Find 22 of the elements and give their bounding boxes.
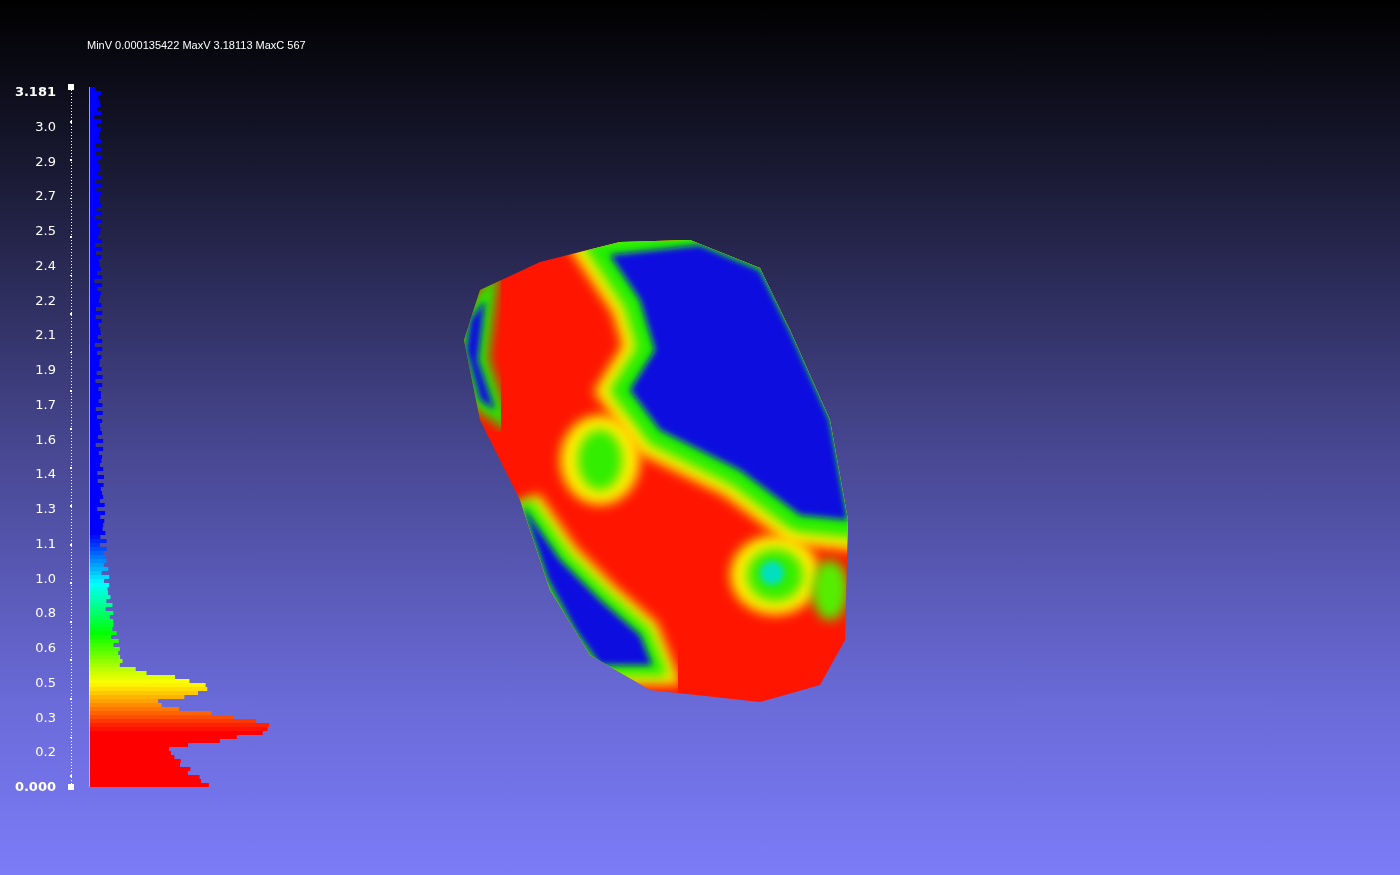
tick-label: 1.6 [35,431,56,447]
tick-label: 1.7 [35,396,56,412]
tick-label: 2.4 [35,257,56,273]
tick-label: 0.6 [35,640,56,655]
tick-label: 0.8 [35,605,56,621]
tick-label: 1.1 [35,535,56,551]
tick-label: 2.9 [35,153,56,169]
tick-label: 2.1 [35,327,56,343]
tick-label: 1.3 [35,501,56,516]
tick-label: 2.2 [35,292,56,308]
tick-label: 2.5 [35,223,56,238]
tick-label: 1.9 [35,362,56,377]
tick-label: 3.0 [35,118,56,134]
tick-label: 1.0 [35,570,56,586]
tick-label: 2.7 [35,188,56,204]
tick-label: 0.000 [14,779,56,794]
tick-label: 0.5 [35,674,56,690]
tick-label: 0.3 [35,709,56,725]
info-text: MinV 0.000135422 MaxV 3.18113 MaxC 567 [87,39,306,51]
tick-label: 1.4 [35,466,56,482]
tick-label: 3.181 [14,84,56,99]
tick-label: 0.2 [35,744,56,760]
